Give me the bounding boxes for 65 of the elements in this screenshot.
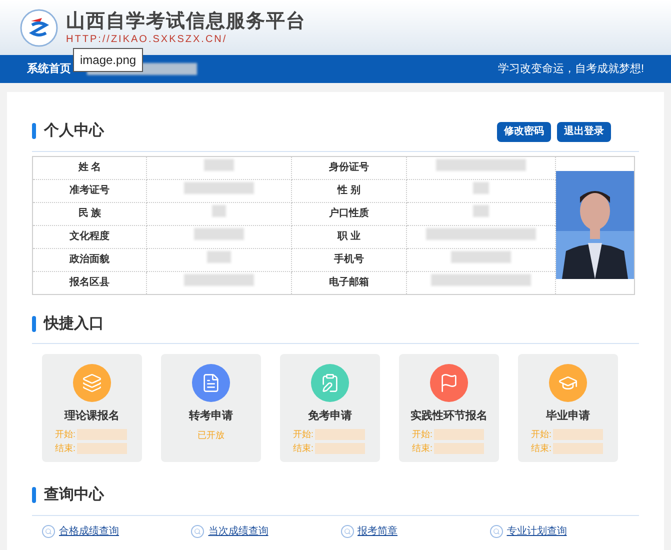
redacted-value [473,182,490,194]
entry-title: 转考申请 [189,408,233,424]
entry-status: 已开放 [198,428,224,442]
query-link[interactable]: 报考简章 [358,524,398,538]
redacted-value [184,182,254,194]
redacted-value [552,443,603,454]
redacted-value [314,428,365,440]
action-button[interactable]: 修改密码 [497,122,551,142]
quick-entry-card[interactable]: 毕业申请 开始: 结束: [518,354,618,462]
slogan: 学习改变命运，自考成就梦想! [498,62,644,77]
field-label: 政治面貌 [32,248,147,271]
redacted-value [314,443,365,454]
entry-title: 免考申请 [308,408,352,424]
quick-entry-card[interactable]: 转考申请 已开放 [161,354,261,462]
field-label: 身份证号 [291,156,407,179]
field-label: 姓 名 [32,156,147,179]
redacted-value [194,228,244,240]
action-button[interactable]: 退出登录 [557,122,611,142]
start-label: 开始: [55,428,76,440]
end-label: 结束: [293,442,314,455]
redacted-value [207,251,232,263]
redacted-value [204,159,234,171]
entry-title: 毕业申请 [546,408,590,424]
query-link[interactable]: 专业计划查询 [506,524,567,538]
field-label: 文化程度 [32,225,147,248]
site-url: HTTP://ZIKAO.SXKSZX.CN/ [66,34,228,46]
redacted-value [434,428,484,440]
logo-icon [20,8,58,46]
home-link[interactable]: 系统首页 [27,60,71,78]
field-label: 职 业 [291,225,407,248]
entry-title: 实践性环节报名 [410,408,488,424]
end-label: 结束: [55,442,76,455]
quick-entry-card[interactable]: 理论课报名 开始: 结束: [42,354,142,462]
query-icon [42,524,55,538]
query-icon [340,524,354,538]
quick-entry-card[interactable]: 免考申请 开始: 结束: [280,354,380,462]
start-label: 开始: [293,428,314,440]
section-title: 个人中心 [44,121,104,141]
field-label: 户口性质 [291,202,407,225]
redacted-value [76,443,127,454]
quick-entry-card[interactable]: 实践性环节报名 开始: 结束: [399,354,499,462]
query-icon [490,524,503,538]
entry-title: 理论课报名 [64,408,120,424]
site-title: 山西自学考试信息服务平台 [66,10,306,34]
end-label: 结束: [412,442,433,455]
field-label: 手机号 [291,248,407,271]
start-label: 开始: [531,428,552,440]
redacted-value [76,428,127,440]
section-title: 快捷入口 [44,314,104,334]
field-label: 准考证号 [32,179,147,202]
field-label: 民 族 [32,202,147,225]
redacted-value [434,443,484,454]
query-icon [191,524,204,538]
end-label: 结束: [531,442,552,455]
redacted-value [212,205,226,217]
redacted-value [473,205,490,217]
query-link[interactable]: 当次成绩查询 [208,524,268,538]
redacted-value [552,428,603,440]
start-label: 开始: [412,428,433,440]
query-link[interactable]: 合格成绩查询 [59,524,119,538]
section-title: 查询中心 [44,485,104,505]
field-label: 性 别 [291,179,407,202]
redacted-value [451,251,512,263]
tooltip: image.png [73,48,144,72]
redacted-value [184,274,254,286]
